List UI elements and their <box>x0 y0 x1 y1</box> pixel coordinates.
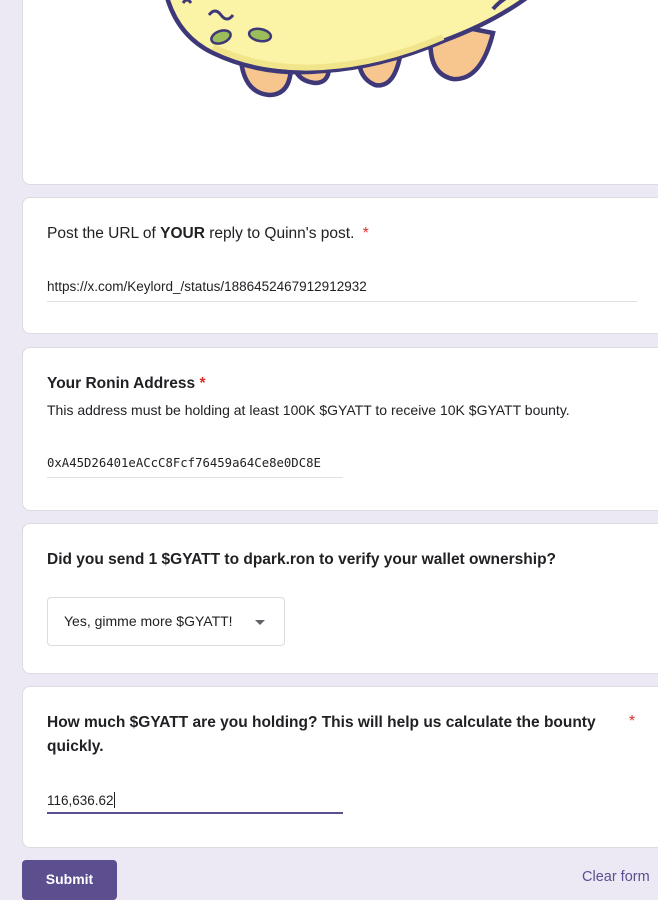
question-card-ronin-address: Your Ronin Address * This address must b… <box>22 347 658 511</box>
title-suffix: reply to Quinn's post. <box>204 225 355 242</box>
verify-wallet-dropdown[interactable]: Yes, gimme more $GYATT! <box>47 597 285 646</box>
title-text: Your Ronin Address <box>47 375 196 392</box>
reply-url-input[interactable]: https://x.com/Keylord_/status/1886452467… <box>47 279 367 294</box>
reply-url-input-underline <box>47 301 637 302</box>
question-card-gyatt-holding: How much $GYATT are you holding? This wi… <box>22 686 658 848</box>
ronin-address-input-underline <box>47 477 343 478</box>
caret-down-icon <box>255 620 265 625</box>
required-asterisk: * <box>362 225 369 242</box>
title-emphasis: YOUR <box>160 225 205 242</box>
ronin-address-input[interactable]: 0xA45D26401eACcC8Fcf76459a64Ce8e0DC8E <box>47 456 343 470</box>
required-asterisk: * <box>629 713 636 730</box>
submit-button[interactable]: Submit <box>22 860 117 900</box>
title-prefix: Post the URL of <box>47 225 161 242</box>
gyatt-holding-input-underline <box>47 812 343 814</box>
input-value: 116,636.62 <box>47 793 114 808</box>
clear-form-button[interactable]: Clear form <box>582 869 650 885</box>
ronin-address-help-text: This address must be holding at least 10… <box>47 402 570 418</box>
question-title-verify-wallet: Did you send 1 $GYATT to dpark.ron to ve… <box>47 551 557 568</box>
question-card-verify-wallet: Did you send 1 $GYATT to dpark.ron to ve… <box>22 523 658 674</box>
header-image-card <box>22 0 658 185</box>
required-asterisk: * <box>199 375 206 392</box>
question-title-reply-url: Post the URL of YOUR reply to Quinn's po… <box>47 222 369 246</box>
question-card-reply-url: Post the URL of YOUR reply to Quinn's po… <box>22 197 658 334</box>
gyatt-holding-input[interactable]: 116,636.62 <box>47 792 115 808</box>
mascot-illustration <box>165 0 528 98</box>
question-title-gyatt-holding: How much $GYATT are you holding? This wi… <box>47 714 596 755</box>
question-title-ronin-address: Your Ronin Address * <box>47 372 205 396</box>
dropdown-selected-value: Yes, gimme more $GYATT! <box>64 613 233 629</box>
text-cursor <box>113 792 115 808</box>
